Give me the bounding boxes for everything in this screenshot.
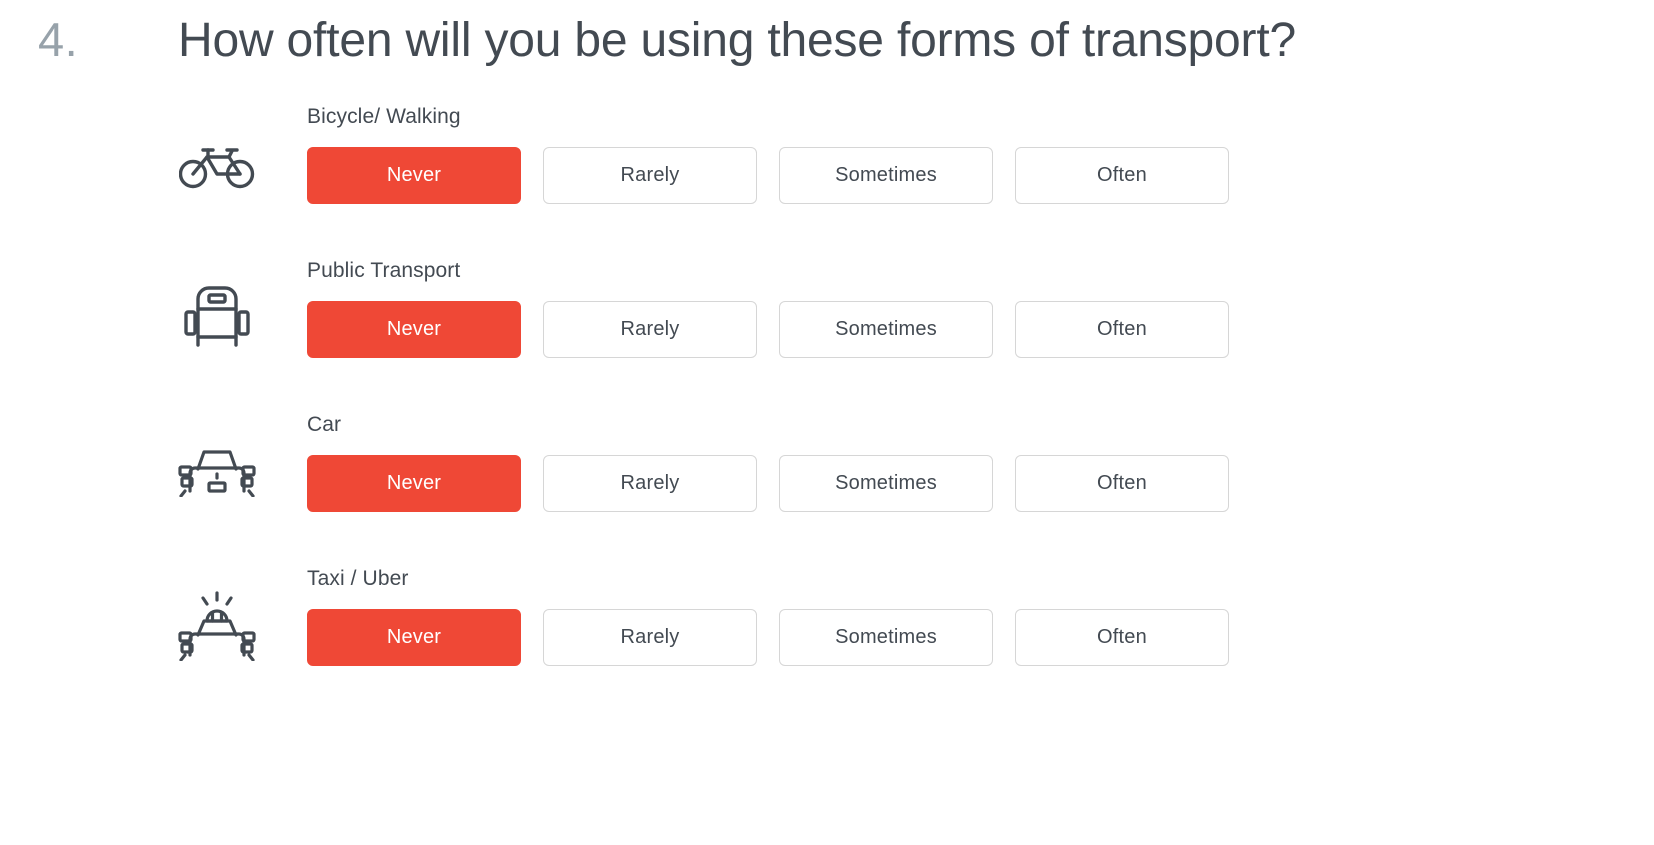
option-rarely[interactable]: Rarely xyxy=(543,609,757,666)
option-never[interactable]: Never xyxy=(307,455,521,512)
option-never[interactable]: Never xyxy=(307,301,521,358)
option-often[interactable]: Often xyxy=(1015,147,1229,204)
transport-row: Bicycle/ Walking Never Rarely Sometimes … xyxy=(0,100,1654,254)
bus-icon xyxy=(178,282,256,354)
option-rarely[interactable]: Rarely xyxy=(543,147,757,204)
option-never[interactable]: Never xyxy=(307,147,521,204)
option-often[interactable]: Often xyxy=(1015,301,1229,358)
question-header: 4. How often will you be using these for… xyxy=(0,0,1654,68)
car-icon xyxy=(178,436,256,508)
transport-label: Car xyxy=(307,413,342,436)
transport-label: Public Transport xyxy=(307,259,461,282)
transport-row: Public Transport Never Rarely Sometimes … xyxy=(0,254,1654,408)
option-often[interactable]: Often xyxy=(1015,609,1229,666)
frequency-options: Never Rarely Sometimes Often xyxy=(307,147,1229,204)
question-page: 4. How often will you be using these for… xyxy=(0,0,1654,845)
option-rarely[interactable]: Rarely xyxy=(543,455,757,512)
question-number: 4. xyxy=(38,13,79,66)
transport-row: Car Never Rarely Sometimes Often xyxy=(0,408,1654,562)
option-sometimes[interactable]: Sometimes xyxy=(779,455,993,512)
transport-label: Bicycle/ Walking xyxy=(307,105,461,128)
option-sometimes[interactable]: Sometimes xyxy=(779,147,993,204)
bicycle-icon xyxy=(178,128,256,200)
frequency-options: Never Rarely Sometimes Often xyxy=(307,301,1229,358)
frequency-options: Never Rarely Sometimes Often xyxy=(307,455,1229,512)
transport-row: Taxi / Uber Never Rarely Sometimes Often xyxy=(0,562,1654,716)
option-sometimes[interactable]: Sometimes xyxy=(779,609,993,666)
option-never[interactable]: Never xyxy=(307,609,521,666)
transport-label: Taxi / Uber xyxy=(307,567,409,590)
row-content: Taxi / Uber Never Rarely Sometimes Often xyxy=(307,562,1229,666)
option-rarely[interactable]: Rarely xyxy=(543,301,757,358)
option-often[interactable]: Often xyxy=(1015,455,1229,512)
taxi-icon xyxy=(178,590,256,662)
transport-rows: Bicycle/ Walking Never Rarely Sometimes … xyxy=(0,100,1654,716)
row-content: Bicycle/ Walking Never Rarely Sometimes … xyxy=(307,100,1229,204)
option-sometimes[interactable]: Sometimes xyxy=(779,301,993,358)
page-title: How often will you be using these forms … xyxy=(178,14,1296,67)
frequency-options: Never Rarely Sometimes Often xyxy=(307,609,1229,666)
row-content: Public Transport Never Rarely Sometimes … xyxy=(307,254,1229,358)
row-content: Car Never Rarely Sometimes Often xyxy=(307,408,1229,512)
